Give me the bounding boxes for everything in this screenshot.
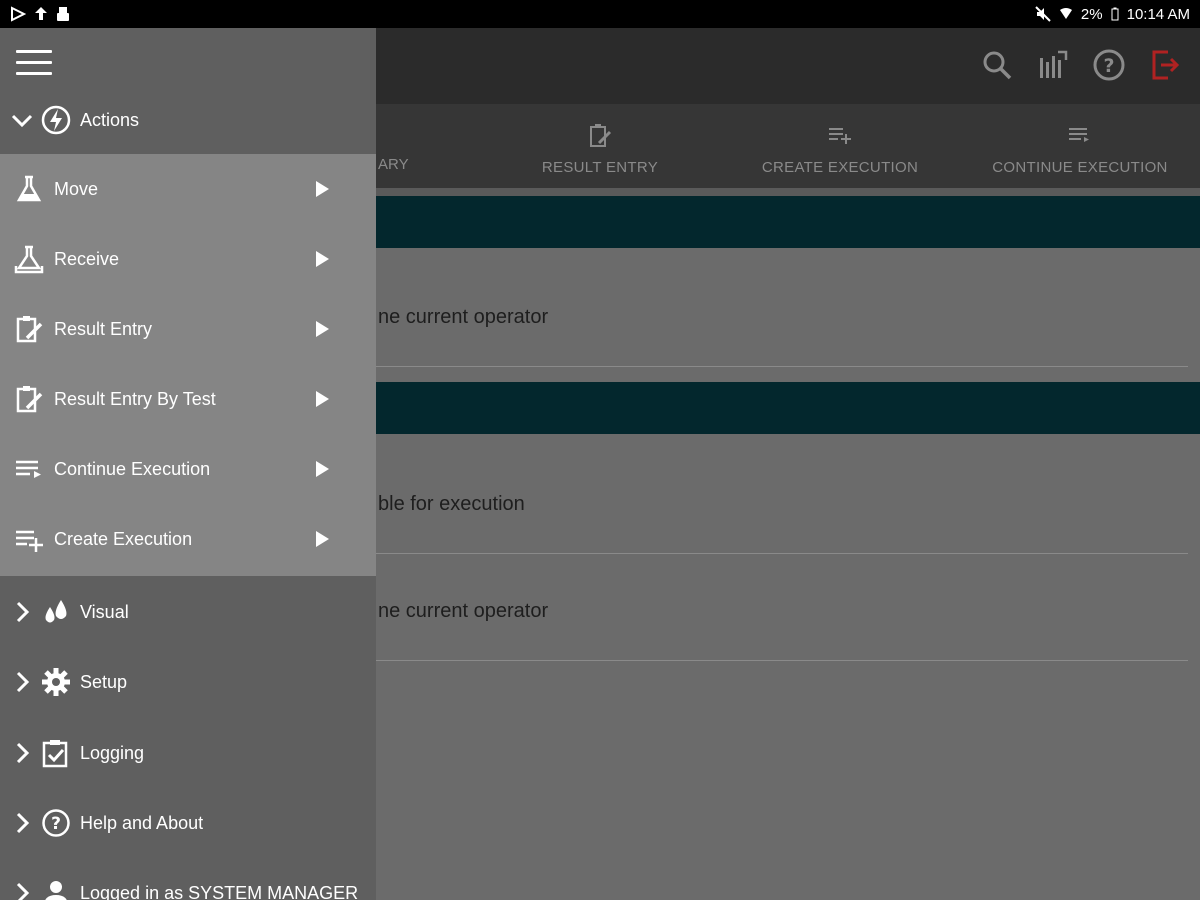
clipboard-edit-icon bbox=[16, 386, 43, 413]
header-actions: ? bbox=[980, 48, 1182, 82]
clock: 10:14 AM bbox=[1126, 5, 1190, 23]
status-bar: 2% 10:14 AM bbox=[0, 0, 1200, 28]
divider bbox=[376, 660, 1188, 661]
user-icon bbox=[45, 881, 67, 900]
play-arrow-icon bbox=[316, 391, 329, 407]
submenu-item-label: Continue Execution bbox=[54, 458, 211, 479]
svg-text:?: ? bbox=[51, 814, 61, 834]
drawer-item-setup[interactable]: Setup bbox=[0, 647, 376, 717]
svg-text:?: ? bbox=[1103, 55, 1114, 77]
drawer-item-label: Help and About bbox=[80, 812, 204, 833]
drops-icon bbox=[45, 600, 67, 623]
actions-submenu: Move Receive Result Entry Result Entry B… bbox=[0, 154, 376, 576]
tab-create-execution[interactable]: CREATE EXECUTION bbox=[750, 104, 930, 188]
submenu-item-label: Move bbox=[54, 178, 99, 199]
help-icon: ? bbox=[42, 809, 70, 837]
battery-icon bbox=[1111, 7, 1119, 21]
drawer-item-visual[interactable]: Visual bbox=[0, 577, 376, 647]
chevron-right-icon bbox=[16, 742, 30, 764]
submenu-item-label: Create Execution bbox=[54, 528, 193, 549]
drawer-item-label: Logging bbox=[80, 742, 145, 763]
card-text[interactable]: ne current operator bbox=[378, 600, 548, 623]
divider bbox=[376, 553, 1188, 554]
chevron-right-icon bbox=[16, 812, 30, 834]
submenu-item-continue-execution[interactable]: Continue Execution bbox=[0, 434, 376, 504]
tab-result-entry[interactable]: RESULT ENTRY bbox=[520, 104, 680, 188]
submenu-item-label: Result Entry bbox=[54, 318, 153, 339]
play-arrow-icon bbox=[316, 251, 329, 267]
submenu-item-result-entry[interactable]: Result Entry bbox=[0, 294, 376, 364]
drawer-item-label: Logged in as SYSTEM MANAGER bbox=[80, 882, 359, 900]
submenu-item-receive[interactable]: Receive bbox=[0, 224, 376, 294]
play-arrow-icon bbox=[316, 181, 329, 197]
mute-icon bbox=[1035, 6, 1051, 22]
card-text[interactable]: ble for execution bbox=[378, 493, 525, 516]
menu-icon[interactable] bbox=[16, 50, 52, 76]
logout-icon[interactable] bbox=[1148, 48, 1182, 82]
checklist-icon bbox=[42, 740, 68, 768]
tab-label: CREATE EXECUTION bbox=[761, 159, 919, 176]
chevron-right-icon bbox=[16, 671, 30, 693]
divider bbox=[376, 366, 1188, 367]
usb-notification-icon bbox=[57, 7, 69, 21]
play-arrow-icon bbox=[316, 321, 329, 337]
help-icon[interactable]: ? bbox=[1092, 48, 1126, 82]
drawer-item-label: Setup bbox=[80, 671, 128, 692]
play-arrow-icon bbox=[316, 531, 329, 547]
card-text[interactable]: ne current operator bbox=[378, 306, 548, 329]
gear-icon bbox=[42, 668, 70, 696]
tab-continue-execution[interactable]: CONTINUE EXECUTION bbox=[980, 104, 1180, 188]
chevron-right-icon bbox=[16, 882, 30, 900]
list-arrow-icon bbox=[16, 460, 41, 478]
wifi-icon bbox=[1059, 8, 1072, 19]
tab-label: RESULT ENTRY bbox=[541, 159, 659, 176]
clipboard-edit-icon bbox=[590, 124, 612, 147]
drawer-item-help-and-about[interactable]: ? Help and About bbox=[0, 788, 376, 858]
submenu-item-result-entry-by-test[interactable]: Result Entry By Test bbox=[0, 364, 376, 434]
battery-percent: 2% bbox=[1080, 5, 1103, 23]
search-icon[interactable] bbox=[980, 48, 1014, 82]
list-add-icon bbox=[16, 530, 43, 552]
list-arrow-icon bbox=[1069, 128, 1089, 142]
tab-summary-partial[interactable]: ARY bbox=[378, 156, 409, 173]
submenu-item-create-execution[interactable]: Create Execution bbox=[0, 504, 376, 574]
lightning-icon bbox=[41, 105, 71, 135]
chevron-right-icon bbox=[16, 601, 30, 623]
drawer-item-label: Visual bbox=[80, 601, 129, 622]
drawer-item-logging[interactable]: Logging bbox=[0, 718, 376, 788]
drawer-header: Actions bbox=[0, 28, 376, 154]
chevron-down-icon bbox=[11, 114, 33, 128]
tab-label: CONTINUE EXECUTION bbox=[992, 159, 1168, 176]
flask-receive-icon bbox=[14, 245, 44, 274]
flask-move-icon bbox=[16, 175, 42, 202]
play-notification-icon bbox=[11, 6, 26, 22]
status-notifications bbox=[10, 6, 70, 22]
status-system: 2% 10:14 AM bbox=[1035, 6, 1190, 23]
clipboard-edit-icon bbox=[16, 316, 43, 343]
submenu-item-label: Result Entry By Test bbox=[54, 388, 216, 409]
list-add-icon bbox=[829, 128, 851, 144]
drawer-item-logged-in-user[interactable]: Logged in as SYSTEM MANAGER bbox=[0, 858, 376, 900]
play-arrow-icon bbox=[316, 461, 329, 477]
actions-label: Actions bbox=[80, 109, 140, 130]
upload-notification-icon bbox=[35, 7, 47, 20]
submenu-item-move[interactable]: Move bbox=[0, 154, 376, 224]
navigation-drawer: Actions Move Receive Result Entry Result… bbox=[0, 28, 376, 900]
actions-group-header[interactable]: Actions bbox=[0, 100, 376, 140]
chart-icon[interactable] bbox=[1036, 48, 1070, 82]
submenu-item-label: Receive bbox=[54, 248, 120, 269]
